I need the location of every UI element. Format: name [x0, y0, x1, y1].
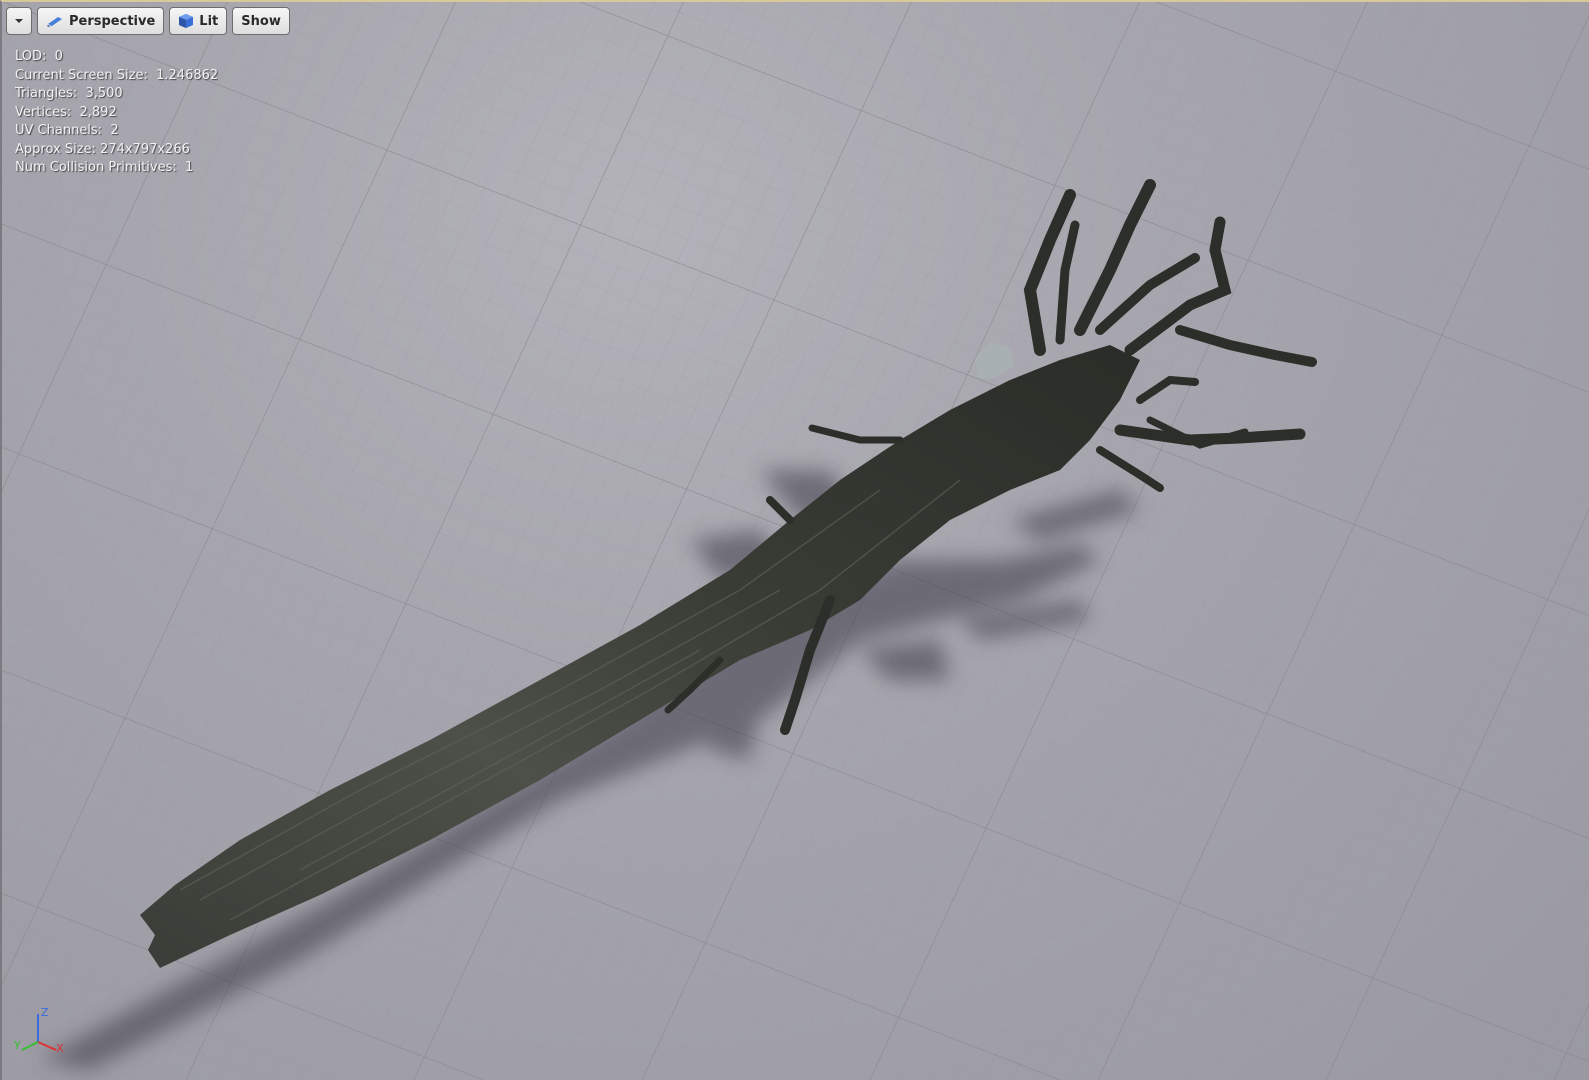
mesh-stats-overlay: LOD: 0 Current Screen Size: 1.246862 Tri…	[15, 48, 218, 178]
stat-collision-primitives: Num Collision Primitives: 1	[15, 160, 194, 175]
chevron-down-icon	[15, 19, 23, 23]
stat-triangles: Triangles: 3,500	[15, 86, 123, 101]
stat-screen-size: Current Screen Size: 1.246862	[15, 67, 219, 83]
camera-icon	[47, 17, 62, 27]
cube-icon	[179, 14, 194, 28]
show-button[interactable]: Show	[232, 7, 290, 35]
viewport-toolbar: Perspective Lit Show	[6, 7, 290, 35]
stat-vertices: Vertices: 2,892	[15, 104, 117, 120]
lit-label: Lit	[199, 13, 219, 29]
axis-y-label: Y	[13, 1039, 21, 1052]
stat-uv-channels: UV Channels: 2	[15, 123, 119, 138]
viewport-options-button[interactable]	[6, 7, 32, 35]
stat-lod: LOD: 0	[15, 49, 63, 64]
axis-gizmo-icon: Z X Y	[13, 1006, 64, 1055]
perspective-label: Perspective	[69, 13, 156, 29]
stat-approx-size: Approx Size: 274x797x266	[15, 141, 190, 157]
lit-button[interactable]: Lit	[169, 7, 228, 35]
perspective-button[interactable]: Perspective	[37, 7, 165, 35]
mesh-viewport[interactable]: Perspective Lit Show LOD: 0 Current Scre…	[0, 0, 1589, 1080]
scene	[0, 0, 1589, 1080]
axis-x-label: X	[56, 1042, 64, 1055]
show-label: Show	[241, 13, 281, 29]
axis-z-label: Z	[41, 1006, 49, 1019]
